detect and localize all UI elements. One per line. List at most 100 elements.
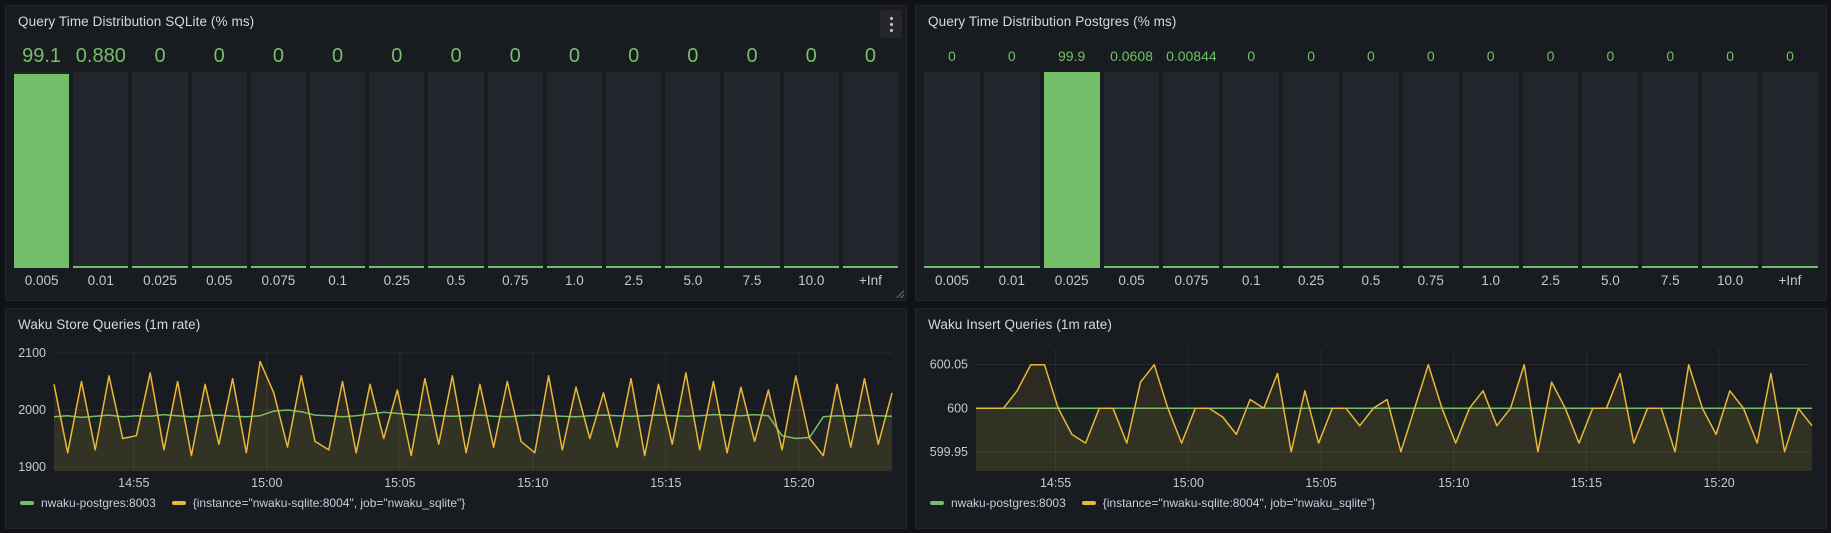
bucket-label: 10.0 <box>784 268 839 294</box>
histogram-bar-fill <box>14 74 69 268</box>
chart-legend: nwaku-postgres:8003 {instance="nwaku-sqli… <box>924 493 1818 517</box>
histogram-bar <box>606 72 661 268</box>
panel-title[interactable]: Waku Store Queries (1m rate) <box>18 317 200 332</box>
legend-series-label[interactable]: nwaku-postgres:8003 <box>951 496 1066 510</box>
histogram-bar-fill <box>1283 266 1339 268</box>
bucket-label: 0.05 <box>192 268 247 294</box>
histogram-bar-fill <box>1642 266 1698 268</box>
histogram-bar <box>73 72 128 268</box>
bar-value-row: 99.10.8800000000000000 <box>14 40 898 72</box>
time-series-chart[interactable]: 599.95600600.0514:5515:0015:0515:1015:15… <box>924 341 1818 493</box>
panel-menu-button[interactable] <box>880 10 902 38</box>
bar-value-label: 0 <box>1582 40 1638 72</box>
histogram-bar-fill <box>1582 266 1638 268</box>
bar-value-label: 0 <box>1283 40 1339 72</box>
time-series-chart[interactable]: 19002000210014:5515:0015:0515:1015:1515:… <box>14 341 898 493</box>
panel-title[interactable]: Query Time Distribution SQLite (% ms) <box>18 14 254 29</box>
histogram-bar-fill <box>547 266 602 268</box>
histogram-bar-fill <box>665 266 720 268</box>
panel-header: Query Time Distribution SQLite (% ms) <box>6 6 906 36</box>
histogram-bar <box>1463 72 1519 268</box>
histogram-bar <box>369 72 424 268</box>
bar-value-row: 0099.90.06080.008440000000000 <box>924 40 1818 72</box>
bucket-label: 0.025 <box>1044 268 1100 294</box>
bar-value-label: 99.9 <box>1044 40 1100 72</box>
bar-value-label: 0 <box>1523 40 1579 72</box>
bar-value-label: 0 <box>192 40 247 72</box>
histogram-bar-fill <box>784 266 839 268</box>
histogram-bar-fill <box>1702 266 1758 268</box>
svg-text:15:00: 15:00 <box>251 476 282 490</box>
panel-title[interactable]: Waku Insert Queries (1m rate) <box>928 317 1112 332</box>
bar-row <box>14 72 898 268</box>
histogram-bar <box>1642 72 1698 268</box>
bucket-label: 0.05 <box>1104 268 1160 294</box>
bucket-label: 1.0 <box>547 268 602 294</box>
svg-text:14:55: 14:55 <box>1040 476 1071 490</box>
bar-value-label: 0 <box>665 40 720 72</box>
histogram-bar <box>1582 72 1638 268</box>
histogram-bar-fill <box>924 266 980 268</box>
bar-value-label: 0 <box>724 40 779 72</box>
bar-value-label: 0 <box>843 40 898 72</box>
legend-series-label[interactable]: {instance="nwaku-sqlite:8004", job="nwak… <box>193 496 466 510</box>
panel-title[interactable]: Query Time Distribution Postgres (% ms) <box>928 14 1176 29</box>
bar-value-label: 0 <box>1223 40 1279 72</box>
histogram-bar-fill <box>606 266 661 268</box>
histogram-bar <box>547 72 602 268</box>
legend-series-swatch <box>1082 501 1096 505</box>
time-series-wrap: 19002000210014:5515:0015:0515:1015:1515:… <box>6 339 906 528</box>
legend-item[interactable]: {instance="nwaku-sqlite:8004", job="nwak… <box>172 496 466 510</box>
bucket-label: 0.005 <box>14 268 69 294</box>
svg-text:15:10: 15:10 <box>1438 476 1469 490</box>
histogram-bar-fill <box>251 266 306 268</box>
histogram-bar <box>924 72 980 268</box>
bar-value-label: 0.00844 <box>1163 40 1219 72</box>
bucket-label: 2.5 <box>1523 268 1579 294</box>
panel-header: Query Time Distribution Postgres (% ms) <box>916 6 1826 36</box>
histogram-bar <box>488 72 543 268</box>
svg-text:600: 600 <box>947 401 968 415</box>
bucket-label: 0.5 <box>428 268 483 294</box>
bucket-label: 0.075 <box>1163 268 1219 294</box>
histogram-bar-fill <box>1762 266 1818 268</box>
svg-text:15:05: 15:05 <box>384 476 415 490</box>
bar-value-label: 0 <box>784 40 839 72</box>
bar-value-label: 0 <box>1642 40 1698 72</box>
kebab-menu-icon <box>890 23 893 26</box>
svg-text:15:00: 15:00 <box>1173 476 1204 490</box>
panel-header: Waku Insert Queries (1m rate) <box>916 309 1826 339</box>
legend-series-label[interactable]: {instance="nwaku-sqlite:8004", job="nwak… <box>1103 496 1376 510</box>
bar-value-label: 0 <box>488 40 543 72</box>
svg-text:600.05: 600.05 <box>930 358 968 372</box>
dashboard-grid: Query Time Distribution SQLite (% ms) 99… <box>0 0 1831 533</box>
panel-header: Waku Store Queries (1m rate) <box>6 309 906 339</box>
panel-waku-store-queries: Waku Store Queries (1m rate) 19002000210… <box>5 308 907 529</box>
bar-value-label: 0.0608 <box>1104 40 1160 72</box>
legend-item[interactable]: nwaku-postgres:8003 <box>930 496 1066 510</box>
svg-text:2000: 2000 <box>18 403 46 417</box>
legend-item[interactable]: nwaku-postgres:8003 <box>20 496 156 510</box>
bucket-label: 10.0 <box>1702 268 1758 294</box>
histogram-bar <box>1403 72 1459 268</box>
bar-value-label: 0 <box>547 40 602 72</box>
legend-series-label[interactable]: nwaku-postgres:8003 <box>41 496 156 510</box>
histogram-bar <box>843 72 898 268</box>
bucket-label: 0.075 <box>251 268 306 294</box>
histogram-bar <box>1163 72 1219 268</box>
histogram-bar-fill <box>1104 266 1160 268</box>
panel-query-time-sqlite: Query Time Distribution SQLite (% ms) 99… <box>5 5 907 301</box>
bucket-label: 0.75 <box>488 268 543 294</box>
bucket-label-row: 0.0050.010.0250.050.0750.10.250.50.751.0… <box>14 268 898 294</box>
legend-item[interactable]: {instance="nwaku-sqlite:8004", job="nwak… <box>1082 496 1376 510</box>
bar-value-label: 0 <box>369 40 424 72</box>
histogram-bar <box>1283 72 1339 268</box>
panel-resize-handle[interactable] <box>895 289 904 298</box>
histogram-bar <box>1044 72 1100 268</box>
bar-value-label: 0 <box>132 40 187 72</box>
histogram-bar <box>784 72 839 268</box>
bar-value-label: 0 <box>606 40 661 72</box>
histogram-bar <box>984 72 1040 268</box>
svg-text:15:10: 15:10 <box>517 476 548 490</box>
legend-series-swatch <box>20 501 34 505</box>
